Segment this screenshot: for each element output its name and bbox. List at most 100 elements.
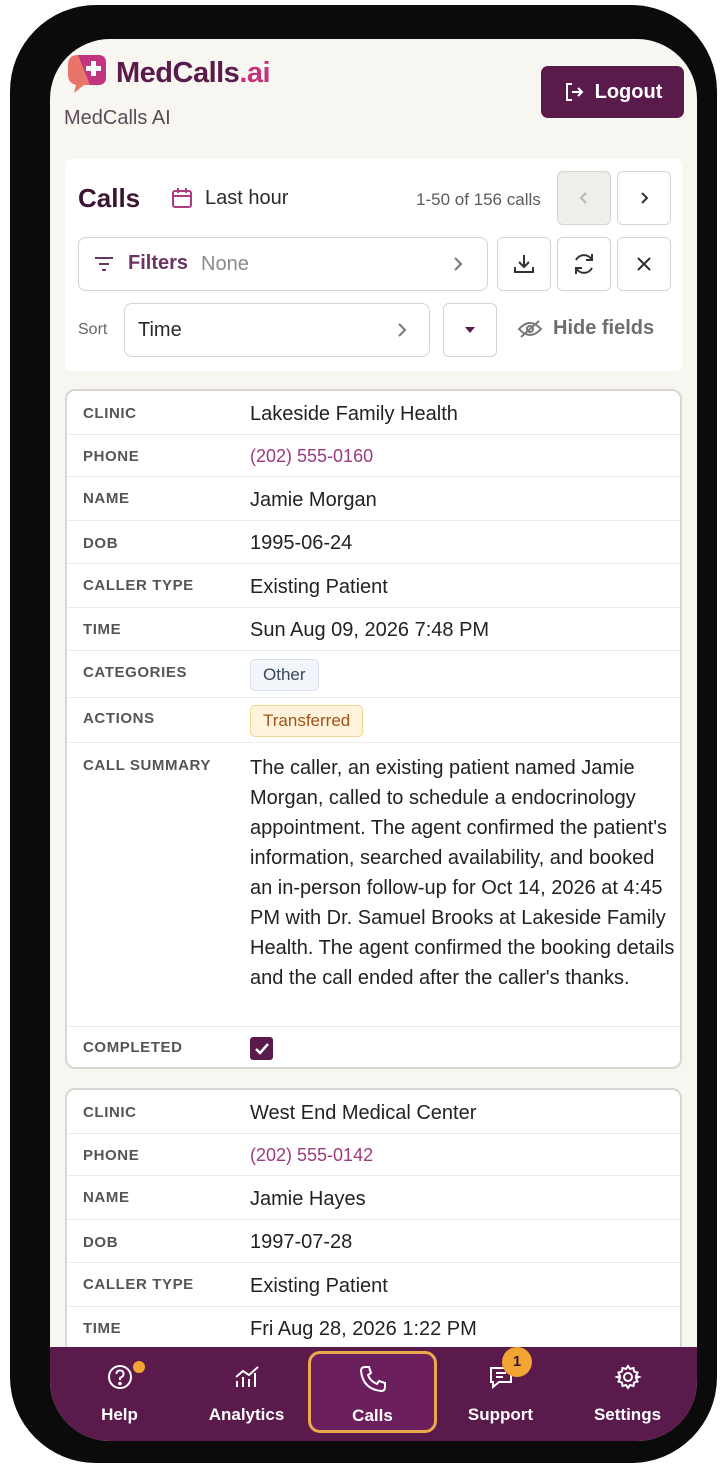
chevron-right-icon (398, 323, 407, 337)
nav-label: Calls (352, 1406, 393, 1425)
nav-label: Support (467, 1405, 534, 1424)
hide-fields-button[interactable]: Hide fields (517, 317, 654, 340)
caller-type-value: Existing Patient (250, 1275, 388, 1297)
eye-off-icon (517, 319, 543, 338)
field-label: CALLER TYPE (83, 1276, 194, 1293)
clinic-value: Lakeside Family Health (250, 403, 458, 425)
time-range-selector[interactable]: Last hour (205, 187, 288, 210)
field-label: CATEGORIES (83, 664, 188, 681)
logout-button[interactable]: Logout (541, 66, 684, 118)
completed-checkbox[interactable] (250, 1037, 273, 1060)
field-row-phone: PHONE (202) 555-0142 (67, 1134, 680, 1176)
field-label: NAME (83, 1189, 130, 1206)
brand-subtitle: MedCalls AI (64, 107, 171, 129)
field-label: DOB (83, 535, 119, 552)
field-row-dob: DOB 1997-07-28 (67, 1220, 680, 1263)
field-row-caller-type: CALLER TYPE Existing Patient (67, 1263, 680, 1307)
dob-value: 1995-06-24 (250, 532, 353, 554)
next-page-button[interactable] (617, 171, 671, 225)
nav-help[interactable]: Help (55, 1347, 184, 1441)
chevron-right-icon (641, 192, 649, 204)
field-label: PHONE (83, 448, 140, 465)
field-label: TIME (83, 621, 122, 638)
call-summary-text: The caller, an existing patient named Ja… (250, 757, 675, 989)
field-label: NAME (83, 490, 130, 507)
device-frame: MedCalls.ai MedCalls AI Logout Calls Las… (10, 5, 717, 1463)
sort-label: Sort (78, 321, 108, 338)
field-row-actions: ACTIONS Transferred (67, 698, 680, 743)
field-label: COMPLETED (83, 1039, 183, 1056)
field-row-name: NAME Jamie Morgan (67, 477, 680, 521)
field-label: DOB (83, 1234, 119, 1251)
sort-direction-button[interactable] (443, 303, 497, 357)
nav-label: Analytics (208, 1405, 285, 1424)
time-value: Sun Aug 09, 2026 7:48 PM (250, 619, 490, 641)
caller-type-value: Existing Patient (250, 576, 388, 598)
page-title: Calls (78, 183, 141, 213)
notification-dot (133, 1361, 145, 1373)
chevron-left-icon (579, 192, 587, 204)
field-row-clinic: CLINIC Lakeside Family Health (67, 391, 680, 435)
field-row-completed: COMPLETED (67, 1027, 680, 1067)
gear-icon (613, 1364, 642, 1390)
phone-link[interactable]: (202) 555-0142 (250, 1145, 373, 1166)
nav-label: Help (101, 1405, 138, 1424)
nav-settings[interactable]: Settings (563, 1347, 692, 1441)
field-label: PHONE (83, 1147, 140, 1164)
category-chip: Other (250, 659, 319, 691)
field-row-dob: DOB 1995-06-24 (67, 521, 680, 564)
pagination-count: 1-50 of 156 calls (416, 190, 541, 209)
phone-icon (359, 1366, 386, 1393)
download-icon (514, 255, 534, 273)
phone-link[interactable]: (202) 555-0160 (250, 446, 373, 467)
close-icon (637, 257, 651, 271)
clinic-value: West End Medical Center (250, 1102, 477, 1124)
nav-support[interactable]: 1 Support (436, 1347, 565, 1441)
sort-value: Time (138, 319, 182, 341)
download-button[interactable] (497, 237, 551, 291)
filters-button[interactable]: Filters None (78, 237, 488, 291)
logout-label: Logout (594, 80, 663, 103)
nav-analytics[interactable]: Analytics (182, 1347, 311, 1441)
calls-toolbar: Calls Last hour 1-50 of 156 calls Filter… (65, 159, 682, 371)
check-icon (254, 1042, 269, 1055)
field-row-time: TIME Fri Aug 28, 2026 1:22 PM (67, 1307, 680, 1350)
field-label: CLINIC (83, 405, 137, 422)
field-row-categories: CATEGORIES Other (67, 651, 680, 698)
field-row-clinic: CLINIC West End Medical Center (67, 1090, 680, 1134)
brand-name: MedCalls.ai (116, 57, 271, 89)
logout-icon (565, 83, 584, 101)
filters-value: None (201, 253, 249, 275)
name-value: Jamie Morgan (250, 489, 377, 511)
hide-fields-label: Hide fields (553, 317, 655, 339)
app-screen: MedCalls.ai MedCalls AI Logout Calls Las… (50, 39, 697, 1441)
filters-label: Filters (128, 252, 189, 274)
action-chip: Transferred (250, 705, 364, 737)
call-record-card[interactable]: CLINIC Lakeside Family Health PHONE (202… (65, 389, 682, 1069)
nav-calls[interactable]: Calls (308, 1351, 437, 1433)
field-row-summary: CALL SUMMARY The caller, an existing pat… (67, 743, 680, 1027)
clear-button[interactable] (617, 237, 671, 291)
field-label: TIME (83, 1320, 122, 1337)
caret-down-icon (465, 327, 475, 333)
logo-icon (68, 55, 106, 93)
nav-label: Settings (593, 1405, 662, 1424)
prev-page-button[interactable] (557, 171, 611, 225)
time-value: Fri Aug 28, 2026 1:22 PM (250, 1318, 477, 1340)
calendar-icon[interactable] (171, 187, 193, 209)
help-icon (107, 1365, 132, 1389)
field-label: ACTIONS (83, 710, 155, 727)
refresh-icon (575, 254, 593, 274)
field-row-caller-type: CALLER TYPE Existing Patient (67, 564, 680, 608)
analytics-icon (234, 1366, 259, 1387)
field-label: CALLER TYPE (83, 577, 194, 594)
support-badge: 1 (502, 1347, 532, 1377)
filter-icon (95, 257, 113, 271)
field-row-name: NAME Jamie Hayes (67, 1176, 680, 1220)
name-value: Jamie Hayes (250, 1188, 366, 1210)
call-record-card[interactable]: CLINIC West End Medical Center PHONE (20… (65, 1088, 682, 1368)
field-row-phone: PHONE (202) 555-0160 (67, 435, 680, 477)
refresh-button[interactable] (557, 237, 611, 291)
bottom-nav: Help Analytics Calls 1 Support Settings (50, 1347, 697, 1441)
sort-select[interactable]: Time (124, 303, 430, 357)
